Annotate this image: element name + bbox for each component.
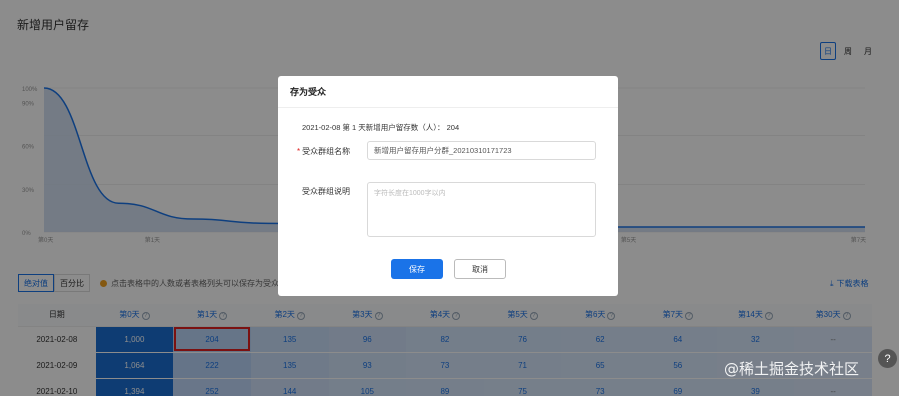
audience-name-input[interactable]: 新增用户留存用户分群_20210310171723 (367, 141, 596, 160)
save-button[interactable]: 保存 (391, 259, 443, 279)
name-label: * 受众群组名称 (297, 146, 350, 157)
name-label-text: 受众群组名称 (302, 147, 351, 156)
audience-desc-textarea[interactable] (367, 182, 596, 237)
help-icon[interactable]: ? (878, 349, 897, 368)
desc-label: 受众群组说明 (302, 187, 350, 196)
dialog-title: 存为受众 (278, 76, 618, 108)
cancel-button[interactable]: 取消 (454, 259, 506, 279)
required-asterisk: * (297, 147, 301, 156)
save-audience-dialog: 存为受众 2021-02-08 第 1 天新增用户留存数（人）： 204 * 受众… (278, 76, 618, 296)
dialog-info: 2021-02-08 第 1 天新增用户留存数（人）： 204 (302, 123, 460, 132)
watermark: @稀土掘金技术社区 (724, 360, 860, 378)
